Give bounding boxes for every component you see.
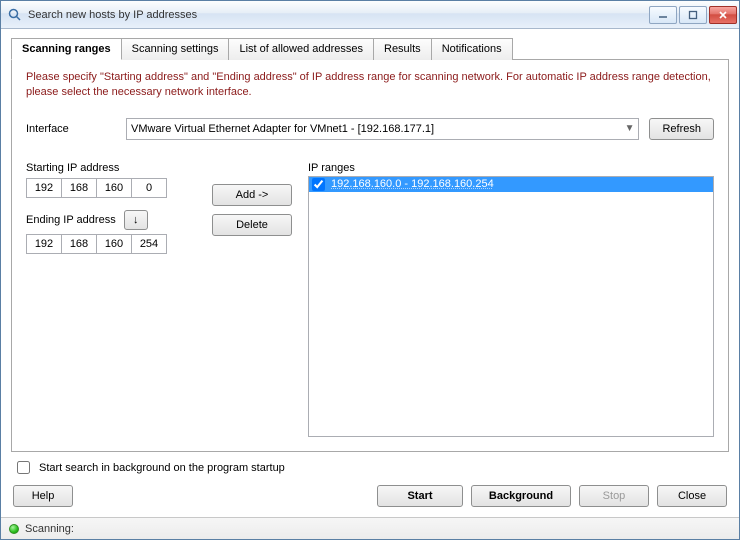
interface-label: Interface xyxy=(26,123,116,135)
action-row: Help Start Background Stop Close xyxy=(11,485,729,511)
status-text: Scanning: xyxy=(25,523,74,535)
titlebar: Search new hosts by IP addresses xyxy=(1,1,739,29)
end-oct-1[interactable] xyxy=(26,234,62,254)
tab-label: Results xyxy=(384,43,421,55)
end-oct-2[interactable] xyxy=(61,234,97,254)
tab-scanning-settings[interactable]: Scanning settings xyxy=(121,38,230,60)
instructions-text: Please specify "Starting address" and "E… xyxy=(26,70,714,100)
window-title: Search new hosts by IP addresses xyxy=(28,9,649,21)
tab-notifications[interactable]: Notifications xyxy=(431,38,513,60)
ip-ranges-label: IP ranges xyxy=(308,162,714,174)
minimize-button[interactable] xyxy=(649,6,677,24)
refresh-button[interactable]: Refresh xyxy=(649,118,714,140)
range-text: 192.168.160.0 - 192.168.160.254 xyxy=(331,178,494,190)
client-area: Scanning ranges Scanning settings List o… xyxy=(1,29,739,517)
arrow-down-icon: ↓ xyxy=(133,214,139,226)
maximize-button[interactable] xyxy=(679,6,707,24)
copy-down-button[interactable]: ↓ xyxy=(124,210,148,230)
ending-ip-input xyxy=(26,234,196,254)
stop-button[interactable]: Stop xyxy=(579,485,649,507)
add-delete-column: Add -> Delete xyxy=(212,162,292,437)
background-button[interactable]: Background xyxy=(471,485,571,507)
status-indicator-icon xyxy=(9,524,19,534)
help-button[interactable]: Help xyxy=(13,485,73,507)
starting-ip-label: Starting IP address xyxy=(26,162,196,174)
window-buttons xyxy=(649,6,737,24)
startup-checkbox[interactable] xyxy=(17,461,30,474)
tab-strip: Scanning ranges Scanning settings List o… xyxy=(11,37,729,59)
range-checkbox[interactable] xyxy=(312,178,325,191)
tab-label: Scanning ranges xyxy=(22,43,111,55)
start-oct-2[interactable] xyxy=(61,178,97,198)
startup-label: Start search in background on the progra… xyxy=(39,462,285,474)
chevron-down-icon: ▼ xyxy=(625,123,635,134)
start-oct-3[interactable] xyxy=(96,178,132,198)
end-oct-3[interactable] xyxy=(96,234,132,254)
ending-ip-label: Ending IP address xyxy=(26,214,116,226)
tab-label: Scanning settings xyxy=(132,43,219,55)
app-icon xyxy=(7,7,23,23)
close-button[interactable]: Close xyxy=(657,485,727,507)
interface-combo[interactable]: VMware Virtual Ethernet Adapter for VMne… xyxy=(126,118,639,140)
status-bar: Scanning: xyxy=(1,517,739,539)
delete-button[interactable]: Delete xyxy=(212,214,292,236)
start-oct-1[interactable] xyxy=(26,178,62,198)
ip-ranges-wrap: IP ranges 192.168.160.0 - 192.168.160.25… xyxy=(308,162,714,437)
end-oct-4[interactable] xyxy=(131,234,167,254)
ip-ranges-listbox[interactable]: 192.168.160.0 - 192.168.160.254 xyxy=(308,176,714,437)
mid-grid: Starting IP address Ending IP address ↓ xyxy=(26,162,714,437)
close-window-button[interactable] xyxy=(709,6,737,24)
start-oct-4[interactable] xyxy=(131,178,167,198)
tab-label: Notifications xyxy=(442,43,502,55)
add-button[interactable]: Add -> xyxy=(212,184,292,206)
interface-row: Interface VMware Virtual Ethernet Adapte… xyxy=(26,118,714,140)
starting-ip-input xyxy=(26,178,196,198)
tab-page-scanning-ranges: Please specify "Starting address" and "E… xyxy=(11,59,729,452)
list-item[interactable]: 192.168.160.0 - 192.168.160.254 xyxy=(309,177,713,192)
spacer xyxy=(81,485,369,507)
startup-row: Start search in background on the progra… xyxy=(11,452,729,485)
start-button[interactable]: Start xyxy=(377,485,463,507)
app-window: Search new hosts by IP addresses Scannin… xyxy=(0,0,740,540)
ip-column: Starting IP address Ending IP address ↓ xyxy=(26,162,196,437)
tab-scanning-ranges[interactable]: Scanning ranges xyxy=(11,38,122,60)
tab-allowed-addresses[interactable]: List of allowed addresses xyxy=(228,38,374,60)
tab-label: List of allowed addresses xyxy=(239,43,363,55)
tab-results[interactable]: Results xyxy=(373,38,432,60)
interface-value: VMware Virtual Ethernet Adapter for VMne… xyxy=(131,123,434,135)
